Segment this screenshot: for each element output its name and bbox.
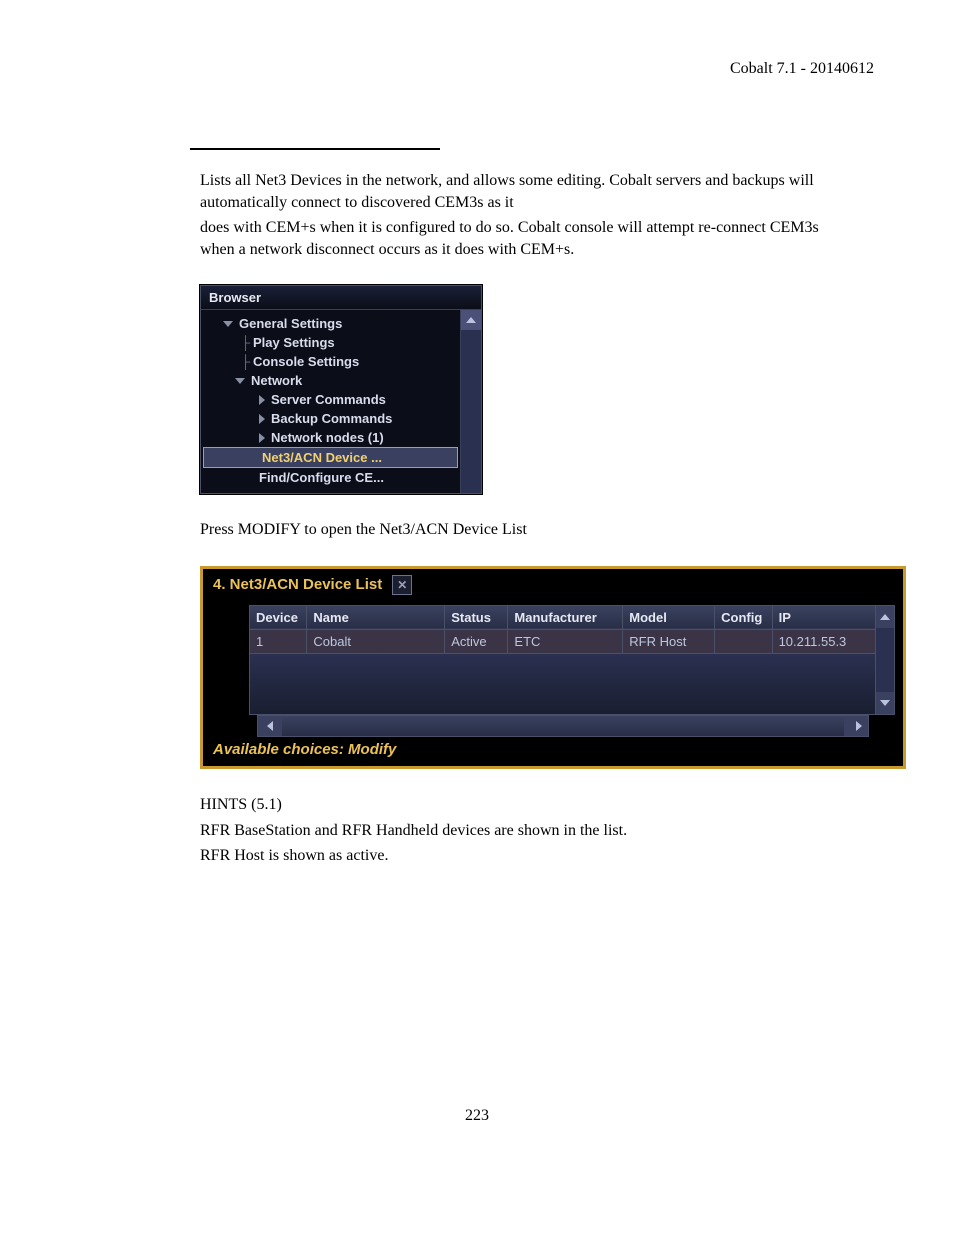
cell-manufacturer: ETC (508, 629, 623, 653)
tree-label: Backup Commands (271, 411, 392, 426)
cell-model: RFR Host (623, 629, 715, 653)
hints-line-2: RFR Host is shown as active. (200, 845, 854, 867)
scroll-track[interactable] (461, 330, 481, 493)
col-header-config[interactable]: Config (715, 605, 772, 629)
arrow-down-icon (880, 700, 890, 706)
arrow-up-icon (466, 317, 476, 323)
tree-item-net3-acn-device[interactable]: Net3/ACN Device ... (203, 447, 458, 468)
tree-item-server-commands[interactable]: Server Commands (201, 390, 460, 409)
cell-status: Active (445, 629, 508, 653)
tree-label: Network (251, 373, 302, 388)
tree-item-play-settings[interactable]: ├ Play Settings (201, 333, 460, 352)
table-header-row: Device Name Status Manufacturer Model Co… (250, 605, 876, 629)
browser-panel: Browser General Settings ├ Play Settings… (200, 285, 482, 494)
tree-item-network[interactable]: Network (201, 371, 460, 390)
scroll-right-button[interactable] (844, 716, 868, 736)
tree-label: Play Settings (253, 335, 335, 350)
browser-tree: General Settings ├ Play Settings ├ Conso… (201, 310, 460, 493)
chevron-right-icon (259, 414, 265, 424)
tree-label: General Settings (239, 316, 342, 331)
tree-item-console-settings[interactable]: ├ Console Settings (201, 352, 460, 371)
cell-name: Cobalt (307, 629, 445, 653)
col-header-model[interactable]: Model (623, 605, 715, 629)
scroll-track[interactable] (282, 716, 844, 736)
available-choices-footer: Available choices: Modify (203, 737, 903, 766)
col-header-name[interactable]: Name (307, 605, 445, 629)
table-empty-area (249, 654, 876, 715)
hints-line-1: RFR BaseStation and RFR Handheld devices… (200, 820, 854, 842)
col-header-device[interactable]: Device (250, 605, 307, 629)
chevron-down-icon (223, 321, 233, 327)
tree-item-backup-commands[interactable]: Backup Commands (201, 409, 460, 428)
chevron-down-icon (235, 378, 245, 384)
scroll-track[interactable] (876, 628, 894, 692)
device-list-panel: 4. Net3/ACN Device List ✕ (200, 566, 906, 769)
arrow-right-icon (856, 721, 862, 731)
table-row[interactable]: 1 Cobalt Active ETC RFR Host 10.211.55.3 (250, 629, 876, 653)
scroll-up-button[interactable] (876, 606, 894, 628)
device-panel-title: 4. Net3/ACN Device List (213, 576, 382, 593)
tree-connector-icon: ├ (241, 354, 251, 369)
tree-label: Network nodes (1) (271, 430, 384, 445)
tree-item-general-settings[interactable]: General Settings (201, 314, 460, 333)
device-table: Device Name Status Manufacturer Model Co… (249, 605, 876, 654)
scroll-up-button[interactable] (461, 310, 481, 330)
arrow-left-icon (267, 721, 273, 731)
tree-item-network-nodes[interactable]: Network nodes (1) (201, 428, 460, 447)
page-header-version: Cobalt 7.1 - 20140612 (80, 60, 874, 78)
tree-item-find-configure-ce[interactable]: Find/Configure CE... (201, 468, 460, 487)
intro-line-1: Lists all Net3 Devices in the network, a… (200, 170, 854, 213)
section-rule (190, 148, 440, 150)
col-header-ip[interactable]: IP (772, 605, 875, 629)
after-browser-text: Press MODIFY to open the Net3/ACN Device… (200, 519, 854, 541)
device-scrollbar-vertical[interactable] (875, 605, 895, 715)
browser-title: Browser (201, 286, 481, 310)
intro-line-2: does with CEM+s when it is configured to… (200, 217, 854, 260)
col-header-status[interactable]: Status (445, 605, 508, 629)
col-header-manufacturer[interactable]: Manufacturer (508, 605, 623, 629)
cell-device: 1 (250, 629, 307, 653)
chevron-right-icon (259, 395, 265, 405)
tree-label: Console Settings (253, 354, 359, 369)
tree-label: Find/Configure CE... (259, 470, 384, 485)
tree-connector-icon: ├ (241, 335, 251, 350)
cell-ip: 10.211.55.3 (772, 629, 875, 653)
tree-label: Server Commands (271, 392, 386, 407)
cell-config (715, 629, 772, 653)
browser-scrollbar-vertical[interactable] (460, 310, 481, 493)
press-modify-line: Press MODIFY to open the Net3/ACN Device… (200, 519, 854, 541)
scroll-down-button[interactable] (876, 692, 894, 714)
hints-block: HINTS (5.1) RFR BaseStation and RFR Hand… (200, 794, 854, 867)
chevron-right-icon (259, 433, 265, 443)
tree-label: Net3/ACN Device ... (262, 450, 382, 465)
hints-title: HINTS (5.1) (200, 794, 854, 816)
page-number: 223 (0, 1107, 954, 1125)
intro-paragraph: Lists all Net3 Devices in the network, a… (200, 170, 854, 260)
scroll-left-button[interactable] (258, 716, 282, 736)
close-icon[interactable]: ✕ (392, 575, 412, 595)
device-scrollbar-horizontal[interactable] (257, 715, 869, 737)
arrow-up-icon (880, 614, 890, 620)
